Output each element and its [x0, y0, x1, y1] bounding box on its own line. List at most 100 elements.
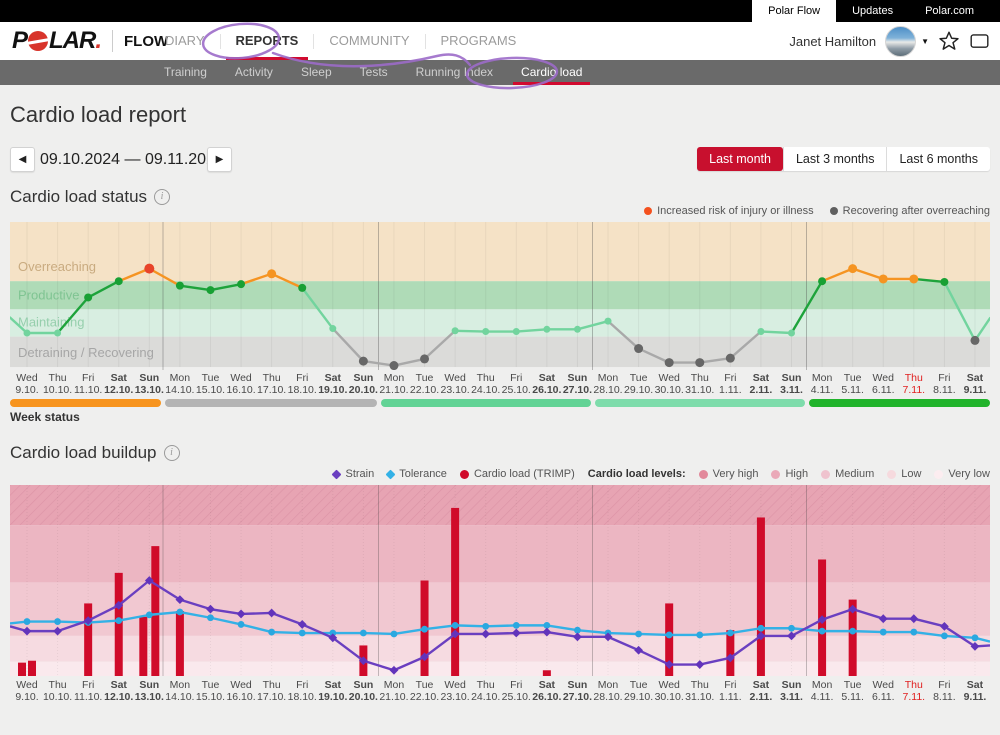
status-point[interactable] — [452, 327, 459, 334]
tolerance-point[interactable] — [972, 634, 979, 641]
status-point[interactable] — [206, 286, 214, 294]
status-point[interactable] — [115, 277, 123, 285]
tolerance-point[interactable] — [696, 632, 703, 639]
tolerance-point[interactable] — [635, 631, 642, 638]
trimp-bar[interactable] — [28, 661, 36, 676]
status-point[interactable] — [788, 330, 795, 337]
trimp-bar[interactable] — [176, 611, 184, 676]
axis-label-sat-9-11: Sat9.11. — [958, 372, 992, 396]
trimp-bar[interactable] — [151, 546, 159, 676]
nav-item-programs[interactable]: PROGRAMS — [426, 22, 532, 60]
status-point[interactable] — [940, 278, 948, 286]
status-point[interactable] — [634, 344, 643, 353]
tolerance-point[interactable] — [177, 609, 184, 616]
status-point[interactable] — [879, 274, 888, 283]
tolerance-point[interactable] — [146, 611, 153, 618]
status-point[interactable] — [84, 293, 92, 301]
status-point[interactable] — [298, 284, 306, 292]
tolerance-point[interactable] — [207, 614, 214, 621]
tolerance-point[interactable] — [513, 622, 520, 629]
subnav-item-cardio-load[interactable]: Cardio load — [507, 60, 596, 85]
info-icon[interactable]: i — [154, 189, 170, 205]
tolerance-point[interactable] — [452, 622, 459, 629]
trimp-bar[interactable] — [84, 603, 92, 676]
status-point[interactable] — [605, 318, 612, 325]
nav-item-community[interactable]: COMMUNITY — [314, 22, 424, 60]
tolerance-point[interactable] — [758, 625, 765, 632]
tolerance-point[interactable] — [54, 618, 61, 625]
trimp-bar[interactable] — [451, 508, 459, 676]
next-period-button[interactable]: ▶ — [207, 147, 232, 172]
status-point[interactable] — [237, 280, 245, 288]
subnav-item-activity[interactable]: Activity — [221, 60, 287, 85]
status-point[interactable] — [665, 358, 674, 367]
status-point[interactable] — [359, 357, 368, 366]
status-point[interactable] — [513, 328, 520, 335]
status-point[interactable] — [482, 328, 489, 335]
status-point[interactable] — [176, 282, 184, 290]
prev-period-button[interactable]: ◀ — [10, 147, 35, 172]
status-point[interactable] — [54, 330, 61, 337]
status-point[interactable] — [726, 354, 735, 363]
tolerance-point[interactable] — [910, 629, 917, 636]
status-point[interactable] — [848, 264, 857, 273]
tolerance-point[interactable] — [421, 626, 428, 633]
tolerance-point[interactable] — [360, 630, 367, 637]
status-point[interactable] — [420, 354, 429, 363]
info-icon[interactable]: i — [164, 445, 180, 461]
status-point[interactable] — [389, 361, 398, 370]
status-point[interactable] — [574, 326, 581, 333]
trimp-bar[interactable] — [726, 630, 734, 676]
tolerance-point[interactable] — [849, 628, 856, 635]
status-point[interactable] — [144, 264, 154, 274]
axis-label-fri-1-11: Fri1.11. — [713, 679, 747, 703]
trimp-bar[interactable] — [18, 663, 26, 676]
tolerance-point[interactable] — [482, 623, 489, 630]
chevron-down-icon[interactable]: ▼ — [921, 37, 929, 46]
feedback-chat-icon[interactable] — [969, 31, 990, 52]
subnav-item-training[interactable]: Training — [150, 60, 221, 85]
topbar-tab-updates[interactable]: Updates — [836, 0, 909, 22]
tolerance-point[interactable] — [788, 625, 795, 632]
subnav-item-running-index[interactable]: Running Index — [402, 60, 507, 85]
status-point[interactable] — [329, 325, 336, 332]
tolerance-point[interactable] — [299, 630, 306, 637]
status-point[interactable] — [818, 277, 826, 285]
status-point[interactable] — [909, 274, 918, 283]
nav-item-diary[interactable]: DIARY — [150, 22, 220, 60]
status-point[interactable] — [757, 328, 764, 335]
trimp-bar[interactable] — [139, 617, 147, 676]
polar-logo[interactable]: PLAR. — [12, 27, 101, 55]
tolerance-point[interactable] — [115, 617, 122, 624]
range-button-last-3-months[interactable]: Last 3 months — [783, 147, 887, 171]
status-point[interactable] — [267, 269, 276, 278]
subnav-item-tests[interactable]: Tests — [346, 60, 402, 85]
reports-subnav: TrainingActivitySleepTestsRunning IndexC… — [0, 60, 1000, 85]
tolerance-point[interactable] — [819, 628, 826, 635]
topbar-tab-polar-flow[interactable]: Polar Flow — [752, 0, 836, 22]
trimp-bar[interactable] — [543, 670, 551, 676]
tolerance-point[interactable] — [24, 618, 31, 625]
status-point[interactable] — [695, 358, 704, 367]
nav-item-reports[interactable]: REPORTS — [221, 22, 314, 60]
top-bar: Polar FlowUpdatesPolar.com — [0, 0, 1000, 22]
tolerance-point[interactable] — [238, 621, 245, 628]
trimp-bar[interactable] — [115, 573, 123, 676]
subnav-item-sleep[interactable]: Sleep — [287, 60, 346, 85]
tolerance-point[interactable] — [727, 630, 734, 637]
axis-label-sat-26-10: Sat26.10. — [530, 679, 564, 703]
tolerance-point[interactable] — [941, 632, 948, 639]
range-button-last-6-months[interactable]: Last 6 months — [886, 147, 990, 171]
favorites-star-icon[interactable] — [938, 30, 960, 52]
trimp-bar[interactable] — [757, 517, 765, 676]
status-point[interactable] — [970, 336, 979, 345]
tolerance-point[interactable] — [880, 629, 887, 636]
tolerance-point[interactable] — [268, 629, 275, 636]
status-point[interactable] — [24, 330, 31, 337]
tolerance-point[interactable] — [391, 631, 398, 638]
tolerance-point[interactable] — [666, 632, 673, 639]
topbar-tab-polar-com[interactable]: Polar.com — [909, 0, 990, 22]
avatar[interactable] — [885, 26, 916, 57]
status-point[interactable] — [543, 326, 550, 333]
range-button-last-month[interactable]: Last month — [697, 147, 783, 171]
